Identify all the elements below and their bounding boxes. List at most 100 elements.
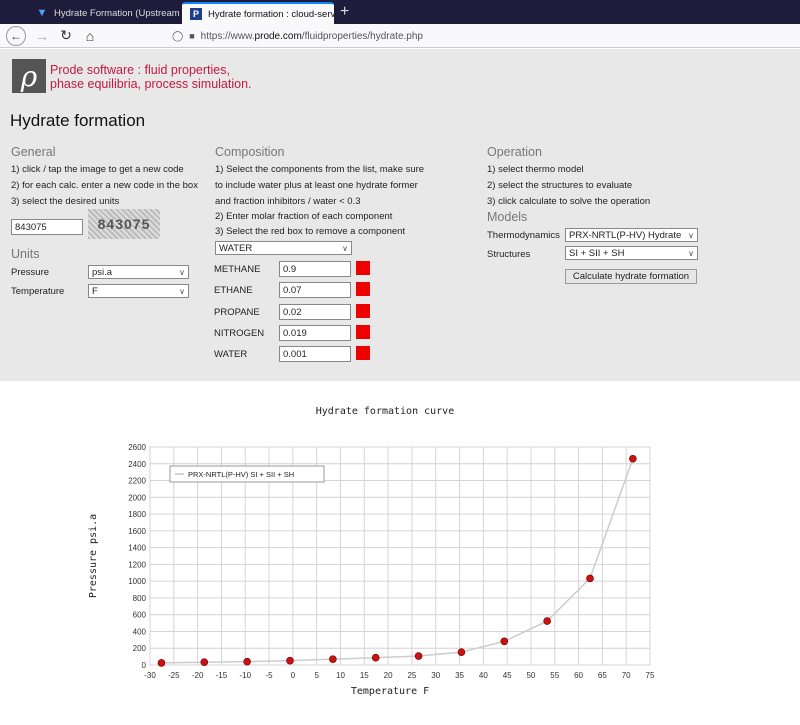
chart-title: Hydrate formation curve: [316, 406, 454, 417]
y-tick-label: 2600: [128, 443, 146, 452]
x-tick-label: 70: [622, 671, 631, 680]
forward-arrow-icon[interactable]: →: [30, 25, 54, 47]
x-tick-label: 65: [598, 671, 607, 680]
x-tick-label: 5: [314, 671, 319, 680]
x-tick-label: 45: [503, 671, 512, 680]
x-tick-label: 10: [336, 671, 345, 680]
shield-icon[interactable]: ◯: [172, 31, 183, 42]
browser-tab-hydrate-prode[interactable]: P Hydrate formation : cloud-serv ✕: [182, 2, 334, 24]
y-tick-label: 800: [133, 594, 147, 603]
thermodynamics-select[interactable]: PRX-NRTL(P-HV) Hydrate ∨: [565, 228, 698, 242]
code-input[interactable]: 843075: [11, 219, 83, 235]
chevron-down-icon: ∨: [179, 286, 185, 296]
operation-heading: Operation: [487, 145, 542, 159]
x-tick-label: -30: [144, 671, 156, 680]
x-tick-label: 75: [646, 671, 655, 680]
units-heading: Units: [11, 247, 40, 261]
data-point: [457, 648, 466, 656]
data-point: [371, 653, 380, 662]
component-name-ethane: ETHANE: [214, 285, 253, 296]
x-axis-label: Temperature F: [351, 686, 429, 697]
y-tick-label: 2000: [128, 493, 146, 502]
models-heading: Models: [487, 210, 528, 224]
x-tick-label: -5: [265, 671, 273, 680]
data-point: [243, 657, 251, 666]
y-tick-label: 1400: [128, 544, 146, 553]
component-select[interactable]: WATER ∨: [215, 241, 352, 255]
y-tick-label: 600: [133, 611, 147, 620]
composition-instruction: 2) Enter molar fraction of each componen…: [215, 211, 393, 222]
x-tick-label: -15: [216, 671, 228, 680]
x-tick-label: 25: [407, 671, 416, 680]
reload-icon[interactable]: ↻: [54, 25, 78, 47]
url-host: prode.com: [254, 30, 302, 42]
temperature-unit-select[interactable]: F ∨: [88, 284, 189, 298]
pressure-label: Pressure: [11, 267, 50, 278]
pressure-unit-value: psi.a: [92, 266, 113, 278]
composition-instruction: and fraction inhibitors / water < 0.3: [215, 196, 361, 207]
y-tick-label: 2400: [128, 460, 146, 469]
remove-component-water-button[interactable]: [356, 346, 370, 360]
chevron-down-icon: ∨: [688, 230, 694, 240]
prode-logo[interactable]: ρ: [12, 59, 46, 93]
x-tick-label: 35: [455, 671, 464, 680]
structures-label: Structures: [487, 249, 531, 260]
hydrate-chart-area: Hydrate formation curve -30 -25 -20 -15 -10 -5…: [0, 396, 800, 725]
composition-heading: Composition: [215, 145, 285, 159]
data-point: [157, 659, 166, 667]
tagline: Prode software : fluid properties, phase…: [50, 63, 252, 91]
url-path: /fluidproperties/hydrate.php: [301, 30, 423, 42]
y-tick-label: 0: [142, 661, 147, 670]
page-content: ρ Prode software : fluid properties, pha…: [0, 49, 800, 381]
structures-value: SI + SII + SH: [569, 247, 625, 259]
y-tick-label: 2200: [128, 477, 146, 486]
fraction-input-water[interactable]: 0.001: [279, 346, 351, 362]
fraction-input-ethane[interactable]: 0.07: [279, 282, 351, 298]
fraction-input-propane[interactable]: 0.02: [279, 304, 351, 320]
thermodynamics-label: Thermodynamics: [487, 230, 560, 241]
y-tick-label: 1600: [128, 527, 146, 536]
operation-instruction: 1) select thermo model: [487, 164, 584, 175]
operation-instruction: 3) click calculate to solve the operatio…: [487, 196, 651, 207]
tab-title: Hydrate Formation (Upstream: [54, 7, 180, 19]
data-point: [629, 454, 637, 463]
component-select-value: WATER: [219, 242, 253, 254]
fraction-input-nitrogen[interactable]: 0.019: [279, 325, 351, 341]
y-axis-label: Pressure psi.a: [88, 514, 99, 598]
composition-instruction: 1) Select the components from the list, …: [215, 164, 425, 175]
general-instruction: 3) select the desired units: [11, 196, 120, 207]
operation-instruction: 2) select the structures to evaluate: [487, 180, 633, 191]
calculate-hydrate-button[interactable]: Calculate hydrate formation: [565, 269, 697, 284]
data-point: [414, 652, 423, 660]
remove-component-propane-button[interactable]: [356, 304, 370, 318]
remove-component-nitrogen-button[interactable]: [356, 325, 370, 339]
lock-icon[interactable]: ■: [189, 31, 194, 41]
thermodynamics-value: PRX-NRTL(P-HV) Hydrate: [569, 229, 682, 241]
general-instruction: 2) for each calc. enter a new code in th…: [11, 180, 198, 191]
temperature-unit-value: F: [92, 285, 98, 297]
data-point: [543, 617, 551, 625]
home-icon[interactable]: ⌂: [78, 25, 102, 47]
captcha-image[interactable]: 843075: [88, 209, 160, 239]
chevron-down-icon: ∨: [179, 267, 185, 277]
x-tick-label: 60: [574, 671, 583, 680]
browser-tab-hydrate-upstream[interactable]: ▼ Hydrate Formation (Upstream ✕: [28, 2, 180, 24]
url-bar[interactable]: ◯ ■ https://www. prode.com/fluidpropertie…: [172, 26, 800, 46]
new-tab-plus-icon[interactable]: +: [340, 3, 349, 21]
page-title: Hydrate formation: [10, 111, 146, 130]
legend-entry: PRX-NRTL(P-HV) SI + SII + SH: [188, 470, 294, 479]
pressure-unit-select[interactable]: psi.a ∨: [88, 265, 189, 279]
url-prefix: https://www.: [200, 30, 255, 42]
fraction-input-methane[interactable]: 0.9: [279, 261, 351, 277]
remove-component-methane-button[interactable]: [356, 261, 370, 275]
y-tick-label: 1800: [128, 510, 146, 519]
back-arrow-icon[interactable]: ←: [6, 25, 26, 46]
remove-component-ethane-button[interactable]: [356, 282, 370, 296]
component-name-nitrogen: NITROGEN: [214, 328, 265, 339]
structures-select[interactable]: SI + SII + SH ∨: [565, 246, 698, 260]
browser-nav-bar: ← → ↻ ⌂ ◯ ■ https://www. prode.com/fluidp…: [0, 24, 800, 48]
general-instruction: 1) click / tap the image to get a new co…: [11, 164, 184, 175]
tagline-line: phase equilibria, process simulation.: [50, 77, 252, 91]
data-point: [500, 637, 509, 646]
tab-title: Hydrate formation : cloud-serv: [208, 8, 334, 20]
